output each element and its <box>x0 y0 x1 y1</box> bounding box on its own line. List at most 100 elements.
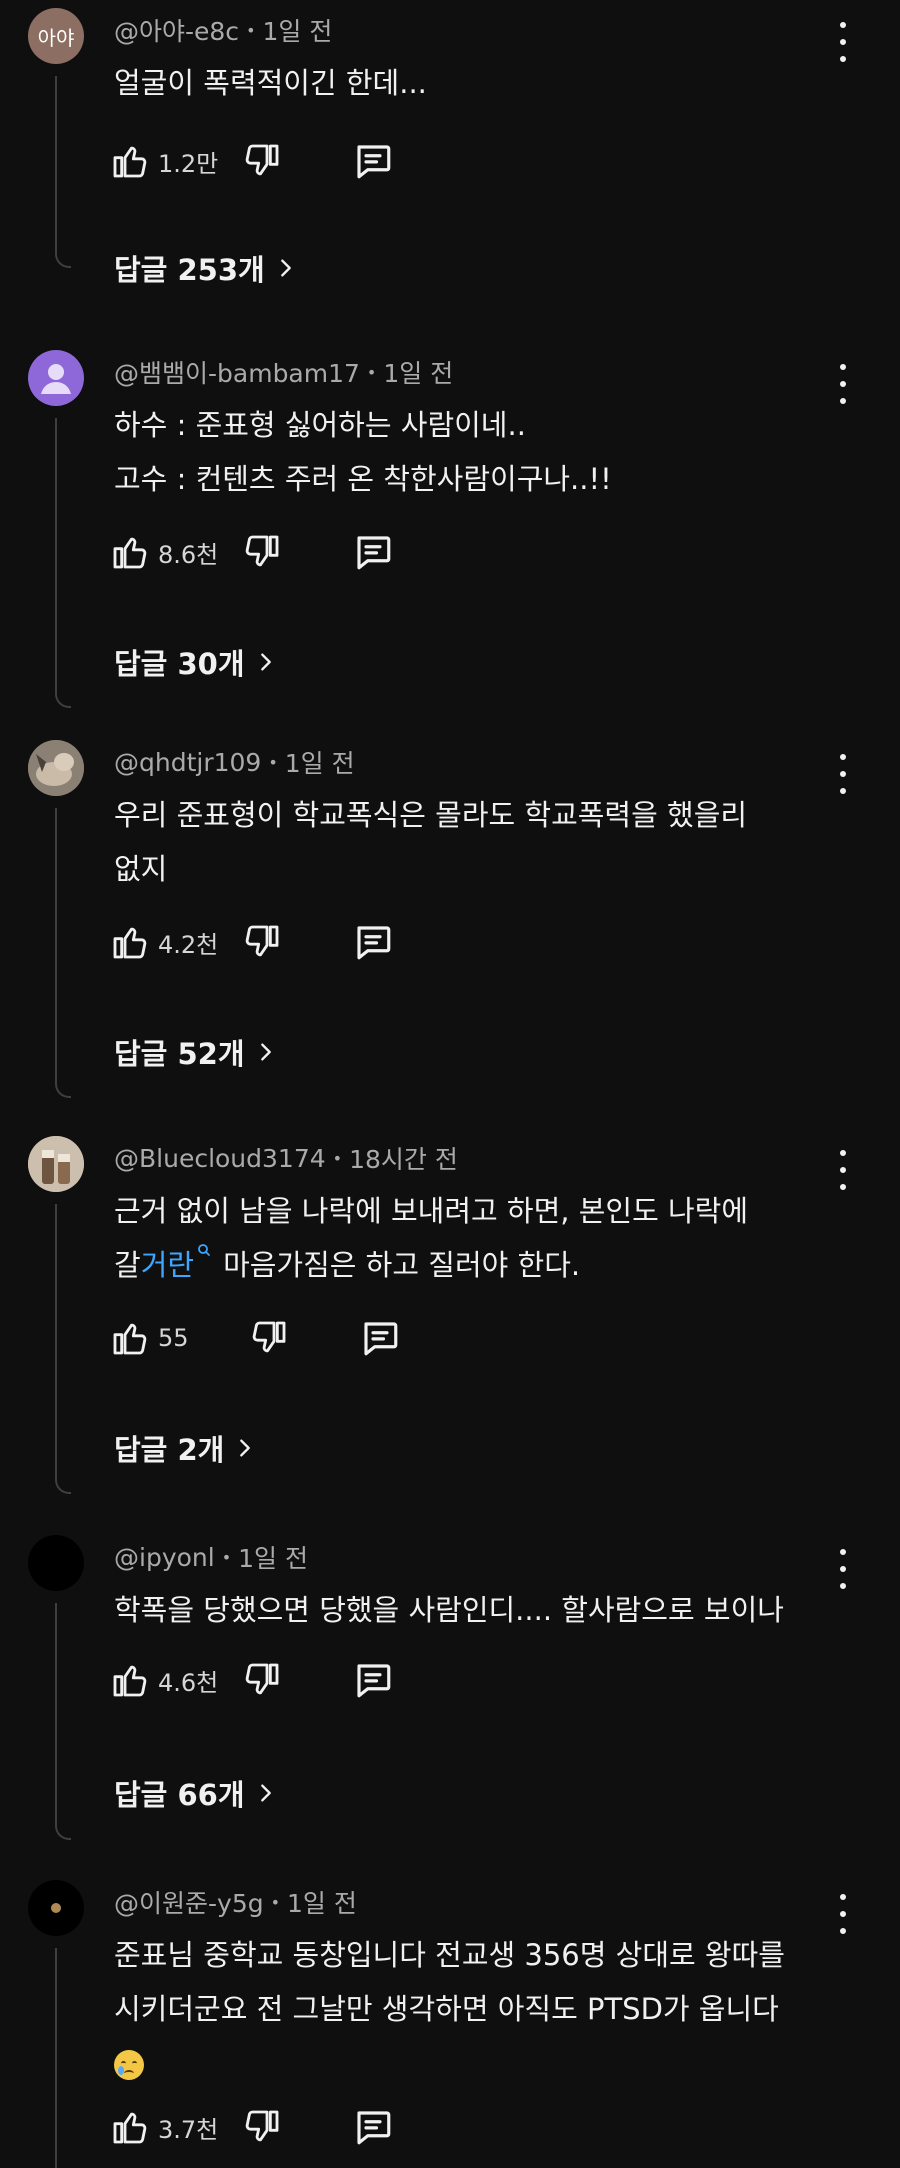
avatar[interactable]: 아야 <box>28 8 84 64</box>
dislike-button[interactable] <box>242 141 282 181</box>
like-count: 4.2천 <box>158 930 219 959</box>
chevron-right-icon <box>255 651 277 673</box>
avatar[interactable] <box>28 1880 84 1936</box>
like-count: 8.6천 <box>158 540 219 569</box>
default-avatar-icon <box>41 364 71 394</box>
avatar[interactable] <box>28 740 84 796</box>
thumb-down-icon <box>242 141 282 181</box>
replies-count-label: 답글 253개 <box>114 253 265 287</box>
reply-button[interactable] <box>359 1317 401 1359</box>
dislike-button[interactable] <box>242 532 282 572</box>
like-count: 1.2만 <box>158 149 219 178</box>
like-button[interactable]: 4.2천 <box>110 922 242 962</box>
comment-line: 갈거란 마음가짐은 하고 질러야 한다. <box>114 1238 834 1292</box>
crying-face-emoji-icon <box>114 2050 144 2080</box>
more-options-icon[interactable] <box>832 1150 854 1190</box>
reply-icon <box>352 2106 394 2148</box>
like-button[interactable]: 55 <box>110 1318 213 1358</box>
comment-line: 시키더군요 전 그날만 생각하면 아직도 PTSD가 옵니다 <box>114 1992 779 2026</box>
reply-button[interactable] <box>352 531 394 573</box>
comment-actions: 4.6천 <box>110 1655 394 1705</box>
comment-time: 1일 전 <box>287 1889 357 1918</box>
thumb-down-icon <box>242 2107 282 2147</box>
author-name[interactable]: @qhdtjr109 <box>114 748 261 777</box>
comment-actions: 1.2만 <box>110 136 394 186</box>
more-options-icon[interactable] <box>832 754 854 794</box>
avatar[interactable] <box>28 1535 84 1591</box>
avatar[interactable] <box>28 1136 84 1192</box>
view-replies-button[interactable]: 답글 30개 <box>114 642 277 682</box>
drink-photo-avatar <box>28 1136 84 1192</box>
thumb-up-icon <box>110 922 150 962</box>
dislike-button[interactable] <box>242 1660 282 1700</box>
comment-meta: @이원준-y5g • 1일 전 <box>114 1880 357 1924</box>
avatar[interactable] <box>28 350 84 406</box>
author-name[interactable]: @아야-e8c <box>114 12 239 48</box>
avatar-initials: 아야 <box>37 25 75 50</box>
thumb-down-icon <box>242 1660 282 1700</box>
comment-meta: @뱀뱀이-bambam17 • 1일 전 <box>114 350 453 394</box>
reply-icon <box>352 140 394 182</box>
replies-count-label: 답글 30개 <box>114 647 245 681</box>
reply-button[interactable] <box>352 921 394 963</box>
more-options-icon[interactable] <box>832 364 854 404</box>
view-replies-button[interactable]: 답글 52개 <box>114 1032 277 1072</box>
thumb-down-icon <box>242 532 282 572</box>
like-count: 55 <box>158 1324 189 1352</box>
comment-actions: 4.2천 <box>110 917 394 967</box>
author-name[interactable]: @이원준-y5g <box>114 1884 264 1920</box>
cat-photo-avatar <box>28 740 84 796</box>
more-options-icon[interactable] <box>832 1894 854 1934</box>
comment-time: 1일 전 <box>383 359 454 388</box>
reply-button[interactable] <box>352 1659 394 1701</box>
comment-time: 1일 전 <box>238 1544 308 1573</box>
thumb-up-icon <box>110 141 150 181</box>
thumb-down-icon <box>242 922 282 962</box>
chevron-right-icon <box>234 1437 256 1459</box>
thread-line <box>55 1603 71 1840</box>
like-button[interactable]: 8.6천 <box>110 532 242 572</box>
comment-line: 하수 : 준표형 싫어하는 사람이네.. <box>114 408 526 442</box>
separator-dot: • <box>268 752 278 772</box>
chevron-right-icon <box>255 1041 277 1063</box>
reply-button[interactable] <box>352 140 394 182</box>
more-options-icon[interactable] <box>832 1549 854 1589</box>
comment-actions: 3.7천 <box>110 2102 394 2152</box>
comment-line: 얼굴이 폭력적이긴 한데... <box>114 66 427 100</box>
comment-actions: 8.6천 <box>110 527 394 577</box>
dislike-button[interactable] <box>242 2107 282 2147</box>
chevron-right-icon <box>255 1782 277 1804</box>
search-link[interactable]: 거란 <box>141 1248 194 1282</box>
thread-line <box>55 1204 71 1494</box>
comment-text: 근거 없이 남을 나락에 보내려고 하면, 본인도 나락에 갈거란 마음가짐은 하… <box>114 1184 834 1292</box>
dislike-button[interactable] <box>242 922 282 962</box>
separator-dot: • <box>366 362 377 382</box>
comment-line: 학폭을 당했으면 당했을 사람인디.... 할사람으로 보이나 <box>114 1593 784 1627</box>
author-name[interactable]: @Bluecloud3174 <box>114 1144 326 1173</box>
thread-line <box>55 808 71 1098</box>
view-replies-button[interactable]: 답글 253개 <box>114 248 297 288</box>
reply-icon <box>352 1659 394 1701</box>
comment-line: 근거 없이 남을 나락에 보내려고 하면, 본인도 나락에 <box>114 1194 749 1228</box>
replies-count-label: 답글 66개 <box>114 1778 245 1812</box>
comment-text-segment: 갈 <box>114 1248 141 1282</box>
thumb-up-icon <box>110 2107 150 2147</box>
comment-line <box>114 2036 834 2090</box>
reply-button[interactable] <box>352 2106 394 2148</box>
view-replies-button[interactable]: 답글 66개 <box>114 1773 277 1813</box>
separator-dot: • <box>221 1547 232 1567</box>
like-count: 4.6천 <box>158 1668 219 1697</box>
author-name[interactable]: @뱀뱀이-bambam17 <box>114 354 360 390</box>
like-button[interactable]: 4.6천 <box>110 1660 242 1700</box>
comment-actions: 55 <box>110 1313 401 1363</box>
like-button[interactable]: 3.7천 <box>110 2107 242 2147</box>
view-replies-button[interactable]: 답글 2개 <box>114 1428 256 1468</box>
more-options-icon[interactable] <box>832 22 854 62</box>
dislike-button[interactable] <box>249 1318 289 1358</box>
like-button[interactable]: 1.2만 <box>110 141 242 181</box>
thumb-down-icon <box>249 1318 289 1358</box>
reply-icon <box>352 921 394 963</box>
thumb-up-icon <box>110 1318 150 1358</box>
author-name[interactable]: @ipyonl <box>114 1543 215 1572</box>
search-icon[interactable] <box>197 1243 211 1257</box>
